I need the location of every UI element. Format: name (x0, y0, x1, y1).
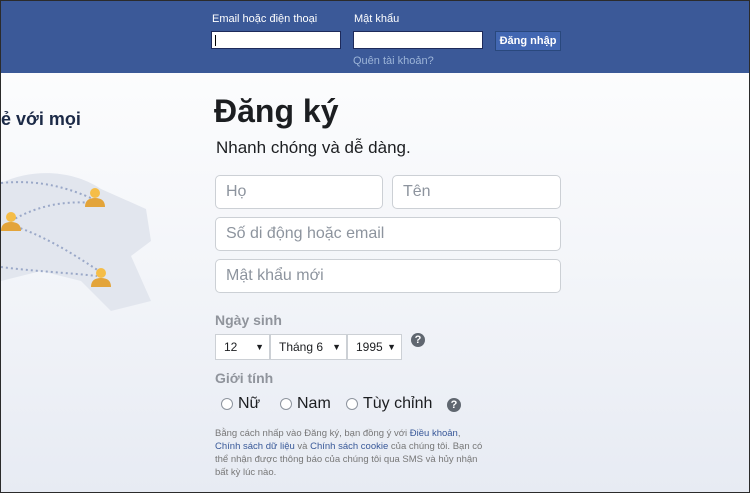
gender-help-icon[interactable]: ? (447, 398, 461, 412)
radio-button[interactable] (346, 398, 358, 410)
map-landmass (1, 173, 151, 311)
page-frame: Email hoặc điện thoại Mật khẩu Đăng nhập… (0, 0, 750, 493)
terms-notice: Bằng cách nhấp vào Đăng ký, bạn đồng ý v… (215, 428, 483, 478)
world-map-illustration (1, 173, 151, 311)
dropdown-arrow-icon: ▼ (332, 342, 341, 352)
forgot-account-link[interactable]: Quên tài khoản? (353, 55, 434, 67)
password-label: Mật khẩu (354, 13, 400, 25)
login-button[interactable]: Đăng nhập (495, 31, 561, 51)
radio-button[interactable] (280, 398, 292, 410)
terms-link[interactable]: Điều khoản (410, 428, 458, 439)
email-input[interactable] (211, 31, 341, 49)
cookie-policy-link[interactable]: Chính sách cookie (310, 441, 388, 452)
dropdown-arrow-icon: ▼ (387, 342, 396, 352)
birth-day-select[interactable]: 12 ▼ (215, 334, 270, 360)
data-policy-link[interactable]: Chính sách dữ liệu (215, 441, 295, 452)
birth-year-select[interactable]: 1995 ▼ (347, 334, 402, 360)
first-name-input[interactable]: Họ (215, 175, 383, 209)
gender-label: Giới tính (215, 370, 274, 386)
password-input[interactable] (353, 31, 483, 49)
top-bar: Email hoặc điện thoại Mật khẩu Đăng nhập… (1, 1, 749, 73)
gender-option-label: Nữ (238, 395, 261, 412)
birthday-label: Ngày sinh (215, 312, 282, 328)
new-password-input[interactable]: Mật khẩu mới (215, 259, 561, 293)
birth-month-select[interactable]: Tháng 6 ▼ (270, 334, 347, 360)
signup-subtitle: Nhanh chóng và dễ dàng. (216, 138, 411, 157)
gender-option-label: Nam (297, 395, 331, 412)
radio-button[interactable] (221, 398, 233, 410)
text-cursor (215, 35, 216, 46)
gender-option-label: Tùy chỉnh (363, 395, 433, 412)
last-name-input[interactable]: Tên (392, 175, 561, 209)
birthday-help-icon[interactable]: ? (411, 333, 425, 347)
dropdown-arrow-icon: ▼ (255, 342, 264, 352)
contact-input[interactable]: Số di động hoặc email (215, 217, 561, 251)
tagline-partial: ẻ với mọi (1, 109, 81, 129)
email-label: Email hoặc điện thoại (212, 13, 318, 25)
signup-title: Đăng ký (214, 93, 339, 129)
